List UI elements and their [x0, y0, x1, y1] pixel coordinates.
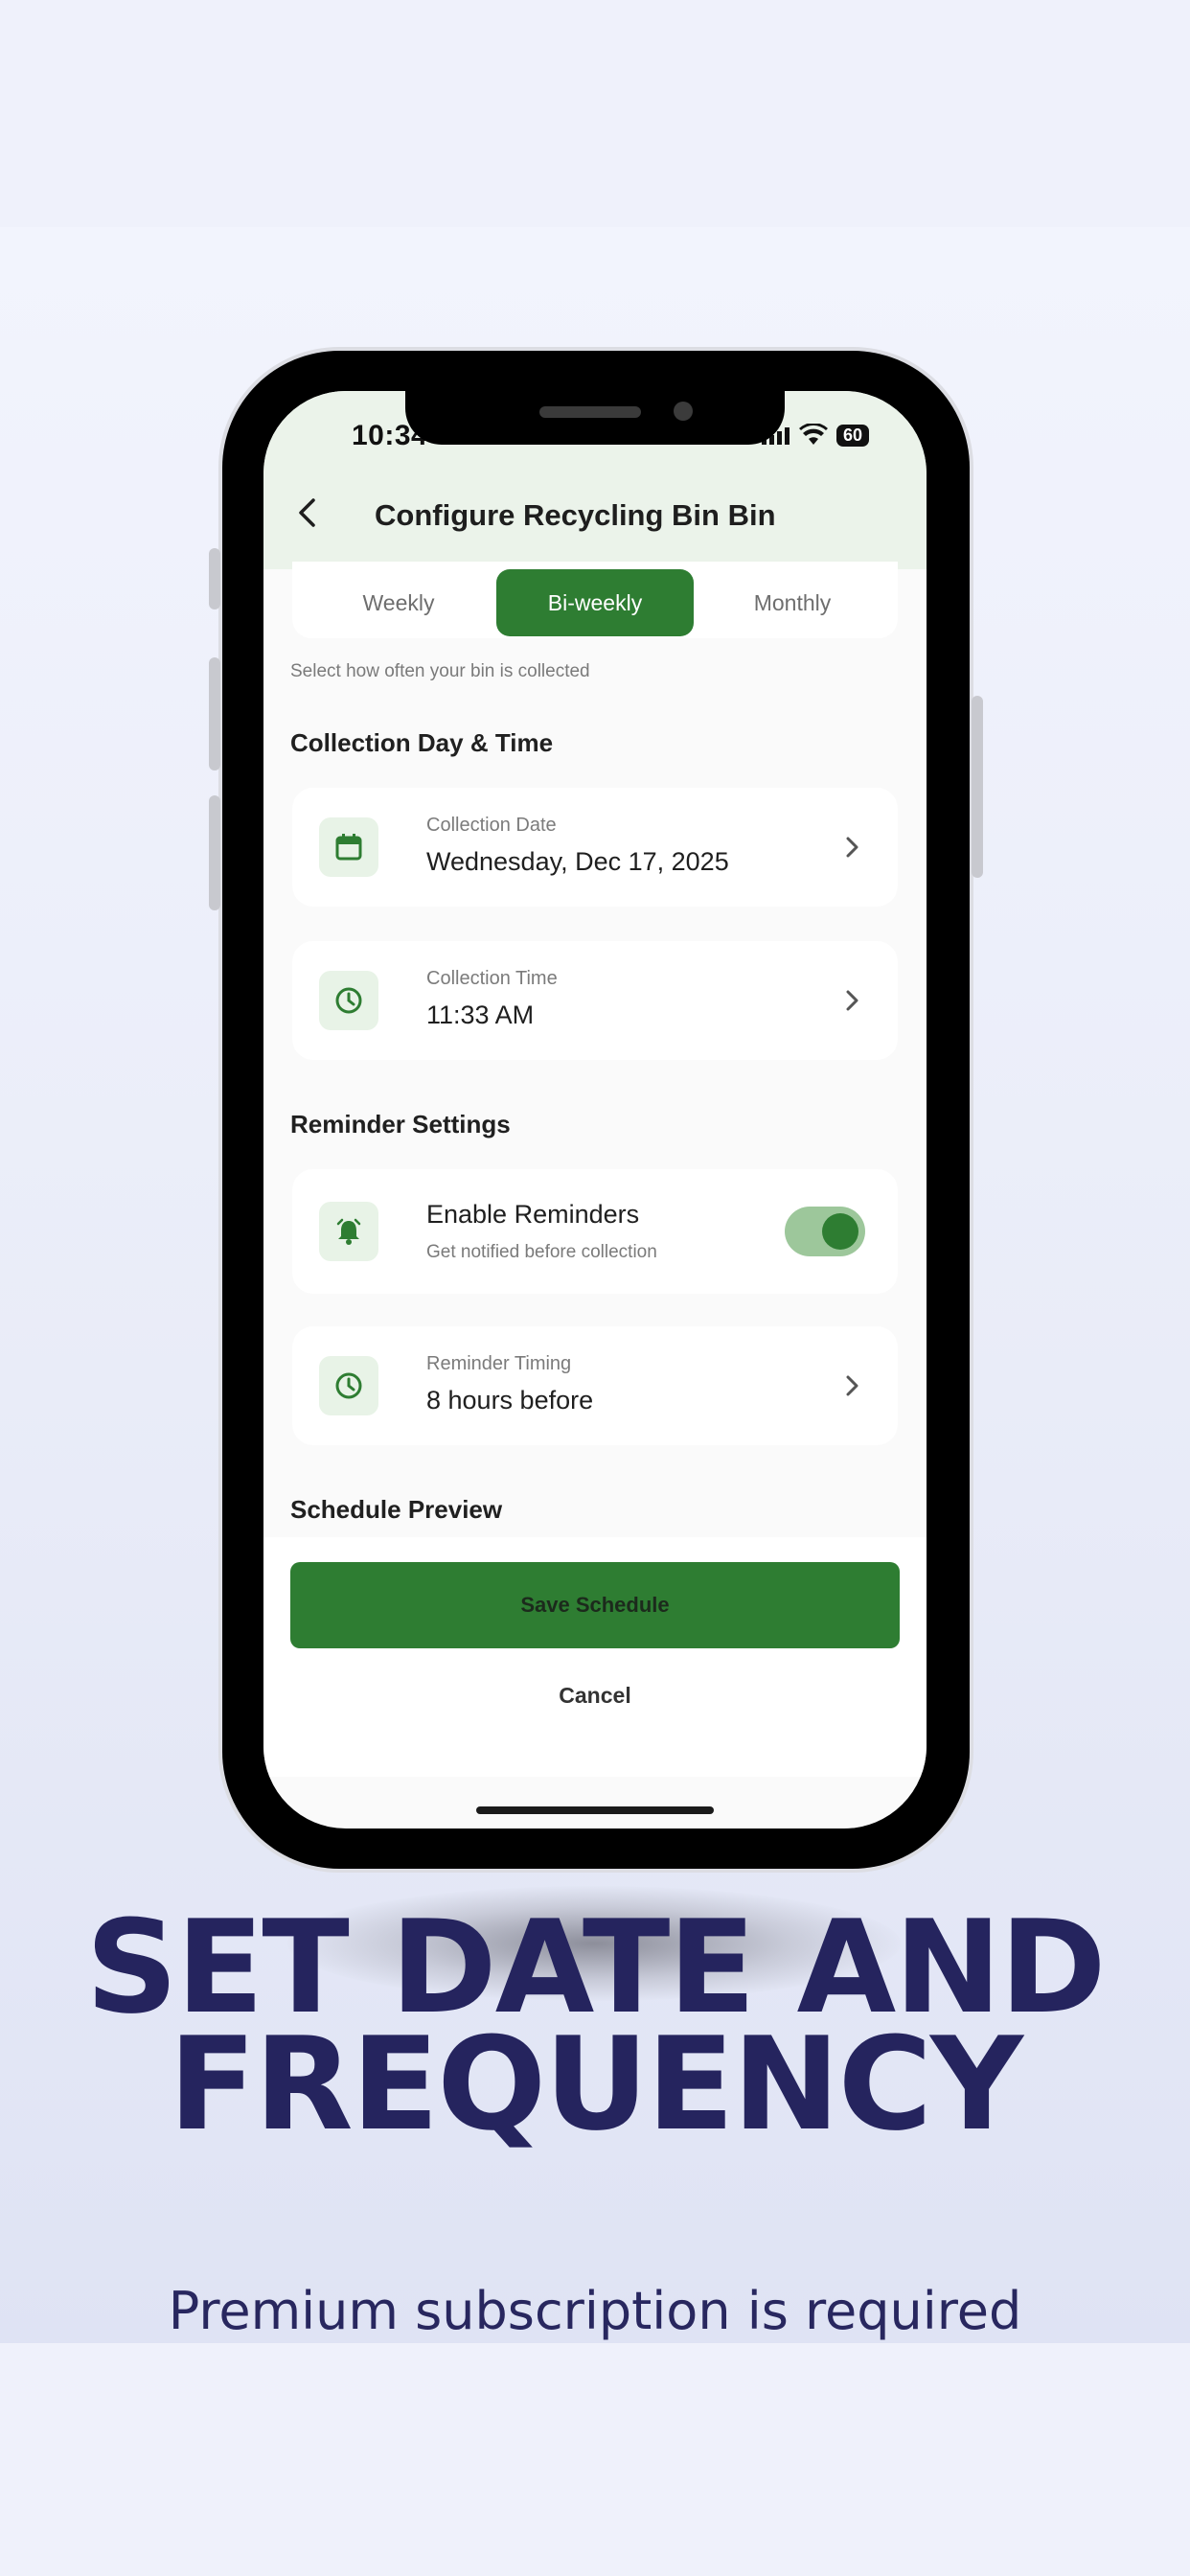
cancel-button[interactable]: Cancel	[499, 1671, 691, 1719]
marketing-headline: SET DATE AND FREQUENCY	[0, 1893, 1190, 2159]
reminder-timing-label: Reminder Timing	[426, 1353, 572, 1374]
phone-side-button	[209, 548, 220, 610]
enable-reminders-subtitle: Get notified before collection	[426, 1242, 657, 1262]
clock-icon	[335, 987, 362, 1014]
alarm-bell-icon	[336, 1218, 361, 1245]
reminder-timing-value: 8 hours before	[426, 1386, 594, 1414]
reminder-timing-card[interactable]: Reminder Timing 8 hours before	[292, 1326, 898, 1445]
phone-volume-up	[209, 657, 220, 770]
enable-reminders-card: Enable Reminders Get notified before col…	[292, 1169, 898, 1294]
phone-notch	[405, 391, 785, 445]
collection-time-label: Collection Time	[426, 968, 558, 989]
section-title-collection: Collection Day & Time	[290, 728, 554, 757]
tab-weekly[interactable]: Weekly	[300, 569, 497, 636]
collection-time-value: 11:33 AM	[426, 1000, 535, 1029]
chevron-right-icon	[846, 837, 858, 858]
app-screen: 10:34 60 Configure Recycling Bin Bin Wee…	[263, 391, 927, 1828]
section-title-reminders: Reminder Settings	[290, 1110, 511, 1138]
clock-icon-box	[319, 971, 378, 1030]
app-header: Configure Recycling Bin Bin	[263, 456, 927, 569]
tab-bi-weekly[interactable]: Bi-weekly	[496, 569, 694, 636]
collection-time-card[interactable]: Collection Time 11:33 AM	[292, 941, 898, 1060]
phone-power-button	[972, 696, 983, 878]
collection-date-value: Wednesday, Dec 17, 2025	[426, 847, 729, 876]
headline-line-1: SET DATE AND	[85, 1893, 1106, 2042]
back-arrow-icon[interactable]	[292, 496, 325, 529]
enable-reminders-toggle[interactable]	[785, 1207, 865, 1256]
headline-line-2: FREQUENCY	[168, 2010, 1023, 2159]
calendar-icon-box	[319, 817, 378, 877]
bell-icon-box	[319, 1202, 378, 1261]
chevron-right-icon	[846, 1375, 858, 1396]
marketing-subline: Premium subscription is required	[168, 2281, 1022, 2341]
battery-indicator: 60	[835, 424, 869, 447]
save-schedule-button[interactable]: Save Schedule	[290, 1562, 900, 1648]
phone-speaker	[539, 406, 641, 418]
phone-camera	[674, 402, 693, 421]
page-title: Configure Recycling Bin Bin	[375, 498, 776, 532]
chevron-right-icon	[846, 990, 858, 1011]
wifi-icon	[798, 424, 828, 445]
toggle-knob	[822, 1213, 858, 1250]
calendar-icon	[335, 834, 362, 861]
home-indicator	[476, 1806, 714, 1814]
frequency-hint: Select how often your bin is collected	[290, 661, 590, 681]
collection-date-label: Collection Date	[426, 815, 557, 836]
clock-icon-box	[319, 1356, 378, 1415]
section-title-preview: Schedule Preview	[290, 1495, 503, 1524]
phone-volume-down	[209, 795, 220, 910]
collection-date-card[interactable]: Collection Date Wednesday, Dec 17, 2025	[292, 788, 898, 907]
tab-monthly[interactable]: Monthly	[694, 569, 891, 636]
enable-reminders-label: Enable Reminders	[426, 1200, 640, 1229]
clock-icon	[335, 1372, 362, 1399]
